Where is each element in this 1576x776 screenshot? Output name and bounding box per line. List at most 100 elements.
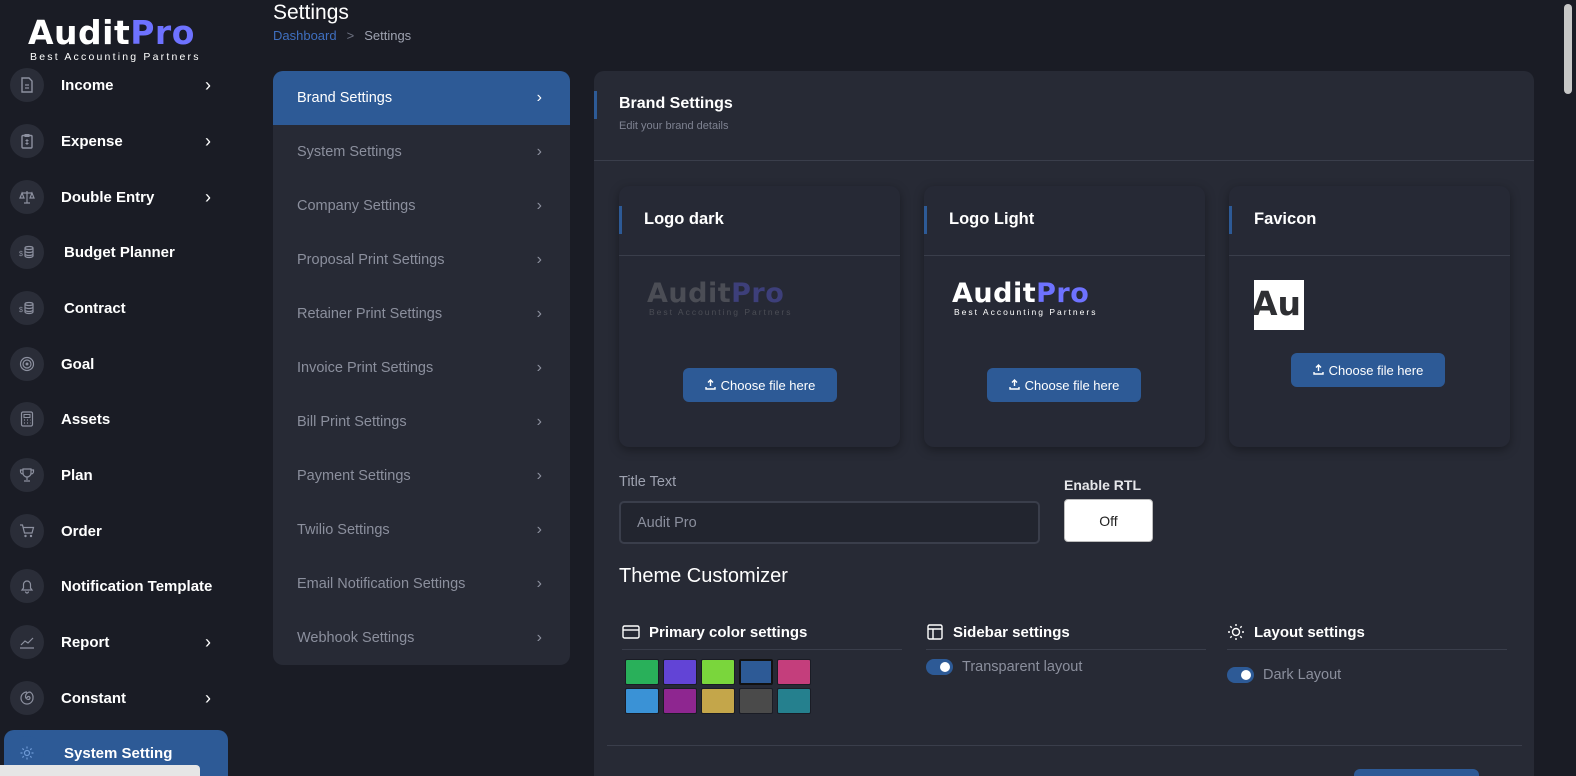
chevron-right-icon: › bbox=[205, 687, 211, 708]
sidebar-item-order[interactable]: Order bbox=[10, 509, 228, 553]
settings-menu-twilio[interactable]: Twilio Settings › bbox=[273, 503, 570, 557]
enable-rtl-toggle[interactable]: Off bbox=[1064, 499, 1153, 542]
menu-item-label: Payment Settings bbox=[297, 468, 411, 484]
settings-menu-webhook[interactable]: Webhook Settings › bbox=[273, 611, 570, 665]
sidebar-item-label: Contract bbox=[64, 299, 126, 317]
upload-icon bbox=[1312, 363, 1324, 378]
target-icon bbox=[10, 347, 44, 381]
sidebar-item-contract[interactable]: $ Contract bbox=[10, 286, 228, 330]
sidebar-item-report[interactable]: Report › bbox=[10, 620, 228, 664]
settings-menu-bill-print[interactable]: Bill Print Settings › bbox=[273, 395, 570, 449]
menu-item-label: Twilio Settings bbox=[297, 522, 390, 538]
sidebar-item-double-entry[interactable]: Double Entry › bbox=[10, 175, 228, 219]
page-scrollbar[interactable] bbox=[1561, 0, 1576, 776]
choose-file-logo-dark-button[interactable]: Choose file here bbox=[683, 368, 837, 402]
breadcrumb-current: Settings bbox=[364, 28, 412, 43]
sidebar-item-assets[interactable]: Assets bbox=[10, 397, 228, 441]
button-label: Choose file here bbox=[1024, 377, 1120, 393]
credit-card-icon bbox=[622, 623, 640, 641]
chevron-right-icon: › bbox=[536, 305, 542, 322]
logo-dark-preview: AuditPro Best Accounting Partners bbox=[647, 278, 792, 318]
settings-menu-email-notification[interactable]: Email Notification Settings › bbox=[273, 557, 570, 611]
logo-text-part2: Pro bbox=[1036, 278, 1090, 309]
accent-bar bbox=[924, 206, 927, 234]
sidebar-item-goal[interactable]: Goal bbox=[10, 342, 228, 386]
menu-item-label: Proposal Print Settings bbox=[297, 252, 445, 268]
favicon-text: Au bbox=[1254, 284, 1302, 323]
color-swatch[interactable] bbox=[701, 688, 735, 714]
chevron-right-icon: › bbox=[205, 631, 211, 652]
chevron-right-icon: › bbox=[205, 74, 211, 95]
color-swatch[interactable] bbox=[777, 688, 811, 714]
layout-settings: Layout settings Dark Layout bbox=[1227, 619, 1507, 683]
favicon-preview: Au bbox=[1254, 280, 1304, 330]
settings-menu-payment[interactable]: Payment Settings › bbox=[273, 449, 570, 503]
divider bbox=[1227, 649, 1507, 650]
card-title: Logo Light bbox=[949, 210, 1035, 228]
calculator-icon bbox=[10, 402, 44, 436]
settings-menu-company[interactable]: Company Settings › bbox=[273, 179, 570, 233]
chevron-right-icon: › bbox=[536, 197, 542, 214]
menu-item-label: Webhook Settings bbox=[297, 630, 415, 646]
logo-text-part2: Pro bbox=[130, 13, 195, 52]
chevron-right-icon: › bbox=[536, 413, 542, 430]
trophy-icon bbox=[10, 458, 44, 492]
settings-menu-retainer-print[interactable]: Retainer Print Settings › bbox=[273, 287, 570, 341]
sidebar-item-label: Order bbox=[61, 522, 102, 540]
color-swatch[interactable] bbox=[739, 659, 773, 685]
spiral-icon bbox=[10, 681, 44, 715]
sidebar-item-label: Report bbox=[61, 633, 110, 651]
settings-menu-proposal-print[interactable]: Proposal Print Settings › bbox=[273, 233, 570, 287]
choose-file-logo-light-button[interactable]: Choose file here bbox=[987, 368, 1141, 402]
primary-color-settings: Primary color settings bbox=[622, 619, 902, 714]
transparent-layout-toggle[interactable] bbox=[926, 659, 953, 675]
settings-menu-system[interactable]: System Settings › bbox=[273, 125, 570, 179]
chevron-right-icon: › bbox=[536, 629, 542, 646]
sidebar-item-budget-planner[interactable]: $ Budget Planner bbox=[10, 230, 228, 274]
sidebar-item-label: Assets bbox=[61, 410, 111, 428]
color-swatch[interactable] bbox=[777, 659, 811, 685]
theme-customizer-title: Theme Customizer bbox=[619, 565, 788, 587]
accent-bar bbox=[1229, 206, 1232, 234]
divider bbox=[1229, 255, 1510, 256]
choose-file-favicon-button[interactable]: Choose file here bbox=[1291, 353, 1445, 387]
color-swatch[interactable] bbox=[663, 659, 697, 685]
scrollbar-thumb[interactable] bbox=[1564, 4, 1572, 94]
save-button[interactable] bbox=[1354, 769, 1479, 776]
layout-sidebar-icon bbox=[926, 623, 944, 641]
sidebar-item-plan[interactable]: Plan bbox=[10, 453, 228, 497]
logo-tagline: Best Accounting Partners bbox=[954, 307, 1098, 317]
app-logo[interactable]: AuditPro Best Accounting Partners bbox=[28, 13, 201, 64]
sidebar-item-notification-template[interactable]: Notification Template bbox=[10, 564, 228, 608]
sidebar-settings: Sidebar settings Transparent layout bbox=[926, 619, 1206, 675]
status-tooltip bbox=[0, 765, 200, 776]
chevron-right-icon: › bbox=[536, 251, 542, 268]
scale-icon bbox=[10, 180, 44, 214]
accent-bar bbox=[619, 206, 622, 234]
card-title: Logo dark bbox=[644, 210, 724, 228]
sidebar-item-label: System Setting bbox=[64, 744, 173, 762]
title-text-input[interactable]: Audit Pro bbox=[619, 501, 1040, 544]
chevron-right-icon: › bbox=[536, 467, 542, 484]
settings-menu-invoice-print[interactable]: Invoice Print Settings › bbox=[273, 341, 570, 395]
settings-menu-brand[interactable]: Brand Settings › bbox=[273, 71, 570, 125]
sidebar-item-constant[interactable]: Constant › bbox=[10, 676, 228, 720]
upload-icon bbox=[704, 378, 716, 393]
color-swatch[interactable] bbox=[625, 659, 659, 685]
color-swatch[interactable] bbox=[701, 659, 735, 685]
sidebar-item-label: Double Entry bbox=[61, 188, 155, 206]
dark-layout-toggle[interactable] bbox=[1227, 667, 1254, 683]
logo-light-preview: AuditPro Best Accounting Partners bbox=[952, 278, 1098, 318]
sidebar-item-label: Notification Template bbox=[61, 577, 213, 595]
chart-line-icon bbox=[10, 625, 44, 659]
sidebar-item-income[interactable]: Income › bbox=[10, 63, 228, 107]
cart-icon bbox=[10, 514, 44, 548]
logo-text-part2: Pro bbox=[731, 278, 785, 309]
divider bbox=[924, 255, 1205, 256]
color-swatch[interactable] bbox=[663, 688, 697, 714]
color-swatch[interactable] bbox=[739, 688, 773, 714]
divider bbox=[926, 649, 1206, 650]
sidebar-item-expense[interactable]: Expense › bbox=[10, 119, 228, 163]
color-swatch[interactable] bbox=[625, 688, 659, 714]
breadcrumb-dashboard-link[interactable]: Dashboard bbox=[273, 28, 337, 43]
